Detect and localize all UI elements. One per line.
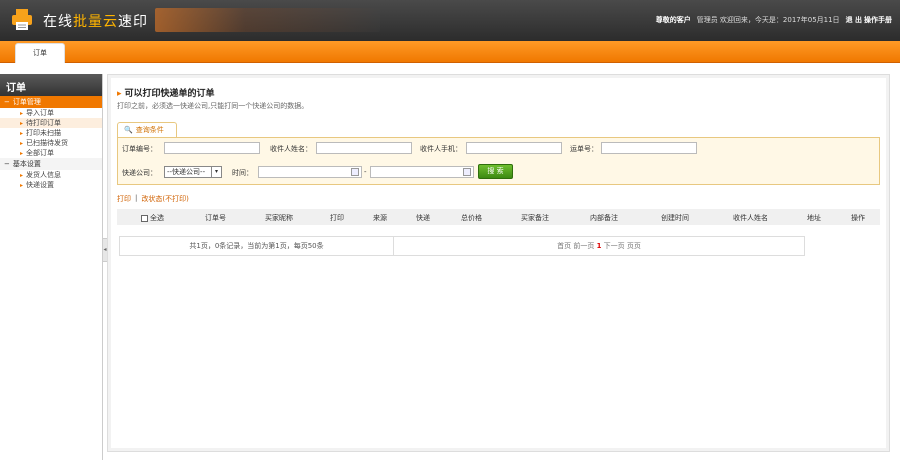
arrow-bullet-icon: ▸ <box>20 181 24 189</box>
user-line: 管理员 欢迎回来，今天是：2017年05月11日 <box>696 16 840 24</box>
sidebar-item-printed-unscanned[interactable]: ▸ 打印未扫描 <box>0 128 102 138</box>
col-buyer-nick: 买家昵称 <box>265 214 293 222</box>
arrow-bullet-icon: ▸ <box>20 119 24 127</box>
order-no-label: 订单编号： <box>122 145 157 153</box>
arrow-bullet-icon: ▸ <box>20 171 24 179</box>
nav-bar: 订单 <box>0 41 900 63</box>
query-box: 订单编号： 收件人姓名： 收件人手机： 运单号： 快递公司： --快递公司-- … <box>117 137 880 185</box>
arrow-bullet-icon: ▸ <box>20 149 24 157</box>
sidebar-group-basic-settings[interactable]: − 基本设置 <box>0 158 102 170</box>
col-receiver-name: 收件人姓名 <box>733 214 768 222</box>
col-print: 打印 <box>330 214 344 222</box>
user-info: 尊敬的客户 管理员 欢迎回来，今天是：2017年05月11日 退 出 <box>656 15 862 25</box>
current-page: 1 <box>596 242 602 250</box>
sidebar-group-order-mgmt[interactable]: − 订单管理 <box>0 96 102 108</box>
checkbox[interactable] <box>141 214 148 222</box>
arrow-bullet-icon: ▸ <box>20 109 24 117</box>
select-all[interactable]: 全选 <box>141 213 164 223</box>
calendar-icon[interactable] <box>463 168 471 176</box>
page-subtitle: 打印之前，必须选一快递公司,只能打同一个快递公司的数据。 <box>117 102 309 110</box>
col-actions: 操作 <box>851 214 865 222</box>
receiver-phone-input[interactable] <box>466 142 562 154</box>
manual-link[interactable]: 操作手册 <box>864 15 892 25</box>
print-link[interactable]: 打印 <box>117 194 131 204</box>
sidebar-item-to-print[interactable]: ▸ 待打印订单 <box>0 118 102 128</box>
brand-title: 在线批量云速印 <box>43 14 148 30</box>
sidebar-item-import[interactable]: ▸ 导入订单 <box>0 108 102 118</box>
top-header: 在线批量云速印 尊敬的客户 管理员 欢迎回来，今天是：2017年05月11日 退… <box>0 0 900 41</box>
time-label: 时间： <box>232 169 253 177</box>
main-area: ▸ 可以打印快递单的订单 打印之前，必须选一快递公司,只能打同一个快递公司的数据。… <box>107 74 890 452</box>
receiver-name-input[interactable] <box>316 142 412 154</box>
order-no-input[interactable] <box>164 142 260 154</box>
last-page-link[interactable]: 页页 <box>627 242 641 250</box>
table-header: 全选 订单号 买家昵称 打印 来源 快递 总价格 买家备注 内部备注 创建时间 … <box>117 209 880 225</box>
brand-decoration <box>155 8 380 32</box>
query-tab[interactable]: 🔍 查询条件 <box>117 122 177 137</box>
logout-link[interactable]: 退 出 <box>846 15 862 25</box>
arrow-bullet-icon: ▸ <box>20 129 24 137</box>
col-created-time: 创建时间 <box>661 214 689 222</box>
prev-page-link[interactable]: 前一页 <box>573 242 594 250</box>
col-order-no: 订单号 <box>205 214 226 222</box>
time-end-input[interactable] <box>370 166 474 178</box>
express-company-label: 快递公司： <box>122 169 157 177</box>
minus-icon: − <box>4 98 10 106</box>
waybill-no-label: 运单号： <box>570 145 598 153</box>
col-express: 快递 <box>416 214 430 222</box>
sidebar-title: 订单 <box>0 74 102 96</box>
receiver-name-label: 收件人姓名： <box>270 145 312 153</box>
pager-controls: 首页 前一页 1 下一页 页页 <box>394 237 804 255</box>
page-title: ▸ 可以打印快递单的订单 <box>117 89 215 99</box>
sidebar-item-scanned-pending[interactable]: ▸ 已扫描待发货 <box>0 138 102 148</box>
col-internal-note: 内部备注 <box>590 214 618 222</box>
arrow-icon: ▸ <box>117 89 122 99</box>
arrow-bullet-icon: ▸ <box>20 139 24 147</box>
content-panel: ▸ 可以打印快递单的订单 打印之前，必须选一快递公司,只能打同一个快递公司的数据。… <box>111 78 886 448</box>
pager-summary: 共1页，0条记录，当前为第1页，每页50条 <box>120 237 394 255</box>
sidebar-item-all-orders[interactable]: ▸ 全部订单 <box>0 148 102 158</box>
sidebar: 订单 − 订单管理 ▸ 导入订单 ▸ 待打印订单 ▸ 打印未扫描 ▸ 已扫描待发货 ▸ 全… <box>0 74 103 460</box>
time-dash: - <box>364 168 367 176</box>
col-buyer-note: 买家备注 <box>521 214 549 222</box>
search-button[interactable]: 搜 索 <box>478 164 513 179</box>
minus-icon: − <box>4 160 10 168</box>
chevron-down-icon: ▾ <box>211 167 221 177</box>
printer-logo-icon <box>12 9 32 30</box>
tab-orders[interactable]: 订单 <box>15 43 65 63</box>
action-links: 打印 | 改状态(不打印) <box>117 194 189 204</box>
col-address: 地址 <box>807 214 821 222</box>
link-separator: | <box>135 194 138 202</box>
sidebar-item-sender-info[interactable]: ▸ 发货人信息 <box>0 170 102 180</box>
waybill-no-input[interactable] <box>601 142 697 154</box>
col-source: 来源 <box>373 214 387 222</box>
pager: 共1页，0条记录，当前为第1页，每页50条 首页 前一页 1 下一页 页页 <box>119 236 805 256</box>
search-icon: 🔍 <box>124 126 133 134</box>
greeting-text: 尊敬的客户 <box>655 16 691 24</box>
calendar-icon[interactable] <box>351 168 359 176</box>
time-start-input[interactable] <box>258 166 362 178</box>
next-page-link[interactable]: 下一页 <box>604 242 625 250</box>
sidebar-item-express-settings[interactable]: ▸ 快递设置 <box>0 180 102 190</box>
express-company-select[interactable]: --快递公司-- ▾ <box>164 166 222 178</box>
change-status-link[interactable]: 改状态(不打印) <box>141 194 188 204</box>
col-total-price: 总价格 <box>461 214 482 222</box>
first-page-link[interactable]: 首页 <box>557 242 571 250</box>
receiver-phone-label: 收件人手机： <box>420 145 462 153</box>
